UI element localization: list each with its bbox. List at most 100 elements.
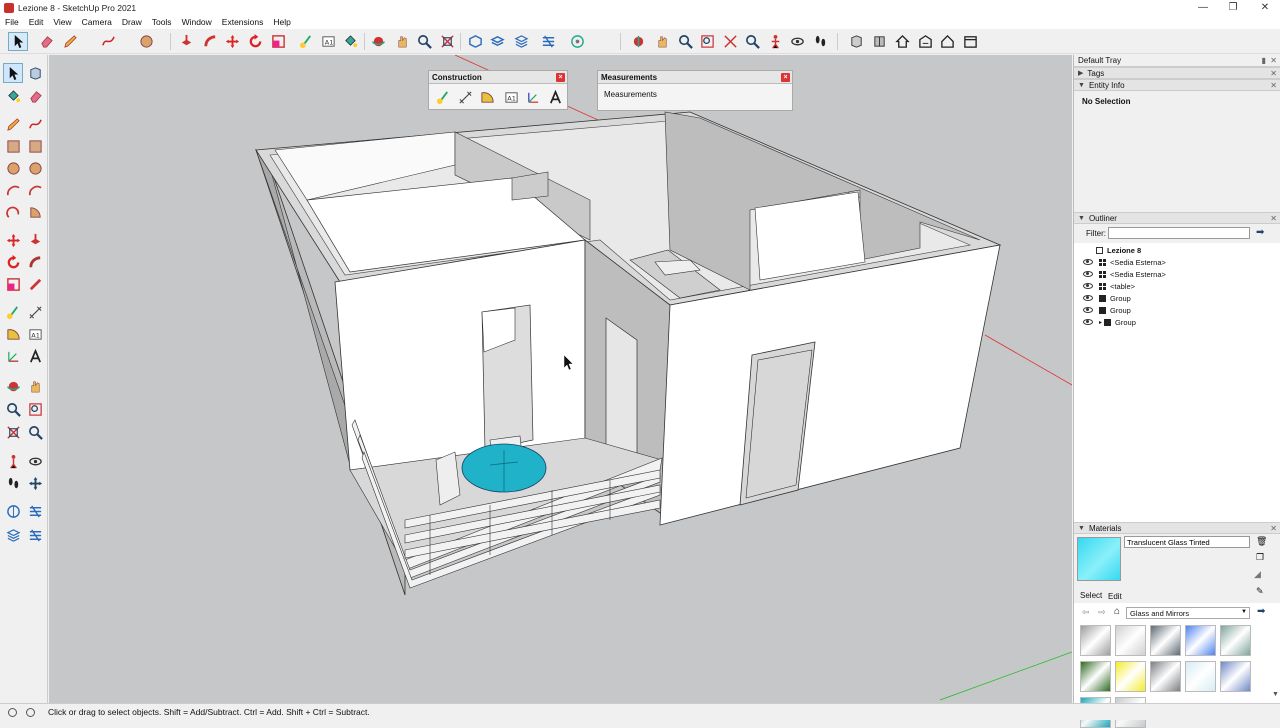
sample-paint-icon[interactable]: ◢ bbox=[1254, 569, 1261, 580]
walk-icon[interactable] bbox=[628, 32, 648, 51]
previous-view-icon[interactable] bbox=[720, 32, 740, 51]
scale-tool-icon[interactable] bbox=[3, 274, 23, 294]
scroll-down-icon[interactable]: ▼ bbox=[1272, 691, 1279, 698]
front-view-icon[interactable] bbox=[511, 32, 531, 51]
material-swatch[interactable] bbox=[1080, 625, 1111, 656]
stacked-view-tool-icon[interactable] bbox=[25, 525, 45, 545]
minimize-icon[interactable]: — bbox=[1188, 0, 1218, 15]
menu-view[interactable]: View bbox=[53, 17, 71, 27]
pan-icon[interactable] bbox=[392, 32, 412, 51]
layout-icon[interactable] bbox=[960, 32, 980, 51]
follow-me-icon[interactable] bbox=[200, 32, 220, 51]
pie-tool-icon[interactable] bbox=[25, 202, 45, 222]
close-icon[interactable]: × bbox=[781, 73, 790, 82]
home-icon[interactable]: ⌂ bbox=[1114, 606, 1120, 617]
material-swatch[interactable] bbox=[1115, 661, 1146, 692]
warehouse-icon[interactable] bbox=[892, 32, 912, 51]
outliner-item[interactable]: <Sedia Esterna> bbox=[1083, 256, 1166, 268]
zoom-icon[interactable] bbox=[414, 32, 434, 51]
rectangle-tool-icon[interactable] bbox=[3, 136, 23, 156]
menu-extensions[interactable]: Extensions bbox=[222, 17, 264, 27]
eye-icon[interactable] bbox=[787, 32, 807, 51]
eraser-icon[interactable] bbox=[36, 32, 56, 51]
menu-window[interactable]: Window bbox=[182, 17, 212, 27]
material-swatch[interactable] bbox=[1115, 625, 1146, 656]
display-style-icon[interactable] bbox=[567, 32, 587, 51]
trash-icon[interactable]: 🗑 bbox=[1256, 536, 1267, 547]
freehand-tool-icon[interactable] bbox=[25, 114, 45, 134]
components-icon[interactable] bbox=[869, 32, 889, 51]
back-arrow-icon[interactable]: ⇦ bbox=[1082, 607, 1090, 618]
close-window-icon[interactable]: ✕ bbox=[1250, 0, 1280, 15]
material-swatch[interactable] bbox=[1185, 661, 1216, 692]
eye-icon[interactable] bbox=[1083, 295, 1093, 301]
extension-warehouse-icon[interactable] bbox=[937, 32, 957, 51]
text-tool-icon[interactable]: A1 bbox=[25, 324, 45, 344]
menu-edit[interactable]: Edit bbox=[29, 17, 44, 27]
outliner-root[interactable]: Lezione 8 bbox=[1096, 244, 1141, 256]
follow-me-tool-icon[interactable] bbox=[25, 252, 45, 272]
menu-camera[interactable]: Camera bbox=[82, 17, 112, 27]
iso-view-icon[interactable] bbox=[465, 32, 485, 51]
create-material-icon[interactable]: ❐ bbox=[1256, 552, 1264, 563]
circle-tool-icon[interactable] bbox=[3, 158, 23, 178]
protractor-icon[interactable] bbox=[477, 87, 497, 107]
paint-bucket-icon[interactable] bbox=[340, 32, 360, 51]
menu-file[interactable]: File bbox=[5, 17, 19, 27]
zoom-extents-tool-icon[interactable] bbox=[3, 422, 23, 442]
close-icon[interactable]: ✕ bbox=[1270, 524, 1277, 533]
pencil-icon[interactable] bbox=[60, 32, 80, 51]
zoom-window-tool-icon[interactable] bbox=[25, 399, 45, 419]
orbit-icon[interactable] bbox=[368, 32, 388, 51]
measurements-panel-header[interactable]: Measurements × bbox=[598, 71, 792, 84]
collection-dropdown[interactable]: Glass and Mirrors ▼ bbox=[1126, 607, 1250, 619]
eye-icon[interactable] bbox=[1083, 319, 1093, 325]
axes-tool-icon[interactable] bbox=[3, 346, 23, 366]
construction-panel-header[interactable]: Construction × bbox=[429, 71, 567, 84]
info-icon[interactable] bbox=[8, 708, 17, 717]
zoom-extents-icon[interactable] bbox=[437, 32, 457, 51]
position-camera-icon[interactable] bbox=[742, 32, 762, 51]
offset-tool-icon[interactable] bbox=[25, 274, 45, 294]
arc-tool-icon[interactable] bbox=[3, 180, 23, 200]
3d-model-scene[interactable] bbox=[49, 55, 1072, 703]
eye-icon[interactable] bbox=[1083, 259, 1093, 265]
restore-icon[interactable]: ❐ bbox=[1218, 0, 1248, 15]
footprints-icon[interactable] bbox=[810, 32, 830, 51]
eyedropper-icon[interactable]: ✎ bbox=[1256, 586, 1264, 597]
select-tool-icon[interactable] bbox=[3, 63, 23, 83]
material-swatch[interactable] bbox=[1220, 625, 1251, 656]
paint-bucket-tool-icon[interactable] bbox=[3, 86, 23, 106]
eye-icon[interactable] bbox=[1083, 307, 1093, 313]
freehand-icon[interactable] bbox=[98, 32, 118, 51]
right-view-icon[interactable] bbox=[538, 32, 558, 51]
menu-draw[interactable]: Draw bbox=[122, 17, 142, 27]
instructor-icon[interactable] bbox=[26, 708, 35, 717]
push-pull-icon[interactable] bbox=[176, 32, 196, 51]
close-icon[interactable]: ✕ bbox=[1270, 81, 1277, 90]
section-plane-icon[interactable] bbox=[846, 32, 866, 51]
outliner-section-header[interactable]: ▼ Outliner ✕ bbox=[1074, 212, 1280, 224]
pan-tool-icon[interactable] bbox=[25, 376, 45, 396]
tape-measure-icon[interactable] bbox=[296, 32, 316, 51]
zoom-window-box-icon[interactable] bbox=[697, 32, 717, 51]
person-icon[interactable] bbox=[765, 32, 785, 51]
zoom-tool-icon[interactable] bbox=[3, 399, 23, 419]
top-view-tool-icon[interactable] bbox=[25, 501, 45, 521]
tags-section-header[interactable]: ▶ Tags ✕ bbox=[1074, 67, 1280, 79]
look-around-tool-icon[interactable] bbox=[25, 451, 45, 471]
material-swatch[interactable] bbox=[1220, 661, 1251, 692]
outliner-item[interactable]: ▸ Group bbox=[1083, 316, 1136, 328]
material-swatch[interactable] bbox=[1185, 625, 1216, 656]
iso-view-tool-icon[interactable] bbox=[3, 501, 23, 521]
move-icon[interactable] bbox=[222, 32, 242, 51]
material-swatch[interactable] bbox=[1150, 625, 1181, 656]
rotate-icon[interactable] bbox=[245, 32, 265, 51]
materials-tab-select[interactable]: Select bbox=[1080, 591, 1102, 600]
look-around-icon[interactable] bbox=[652, 32, 672, 51]
polygon-tool-icon[interactable] bbox=[25, 158, 45, 178]
move-tool-icon[interactable] bbox=[3, 230, 23, 250]
close-icon[interactable]: ✕ bbox=[1270, 56, 1277, 65]
three-point-arc-tool-icon[interactable] bbox=[3, 202, 23, 222]
close-icon[interactable]: ✕ bbox=[1270, 214, 1277, 223]
